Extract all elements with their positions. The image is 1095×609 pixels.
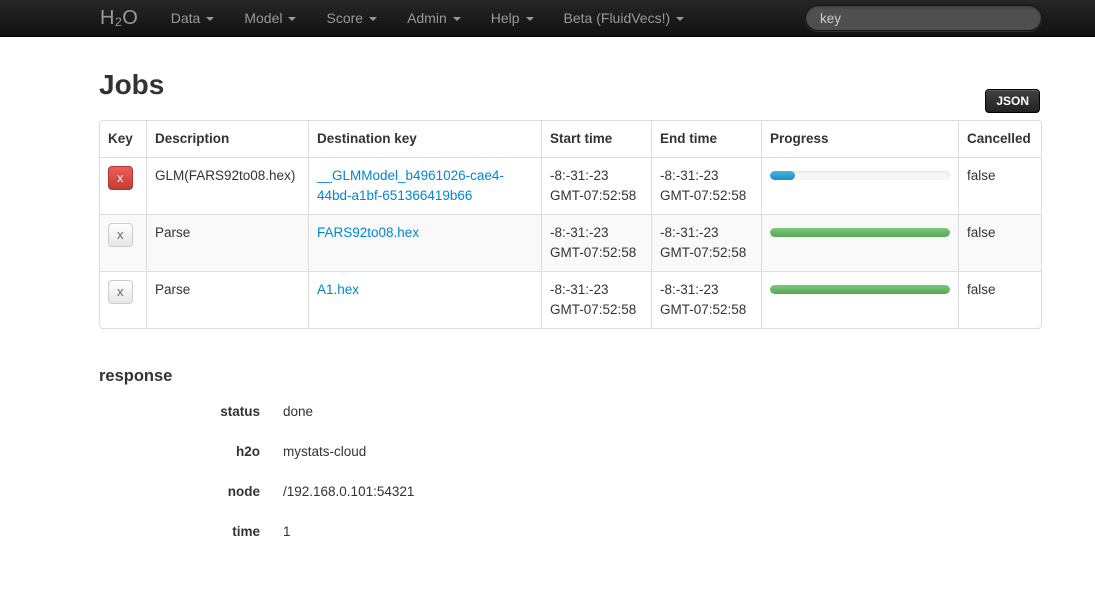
key-search-input[interactable]: [805, 5, 1042, 31]
response-field-value: done: [283, 402, 1040, 422]
chevron-down-icon: [206, 17, 214, 21]
top-navbar: H₂O Data Model Score Admin Help Beta (Fl…: [0, 0, 1095, 37]
job-end-time: -8:-31:-23 GMT-07:52:58: [651, 271, 761, 328]
column-header-progress: Progress: [761, 121, 958, 157]
chevron-down-icon: [526, 17, 534, 21]
job-cancelled-value: false: [958, 271, 1041, 328]
job-start-time: -8:-31:-23 GMT-07:52:58: [541, 214, 651, 271]
table-row: x GLM(FARS92to08.hex) __GLMModel_b496102…: [100, 157, 1041, 214]
destination-key-link[interactable]: A1.hex: [317, 282, 359, 297]
response-field-label: h2o: [99, 442, 260, 462]
job-end-time: -8:-31:-23 GMT-07:52:58: [651, 214, 761, 271]
response-field-value: /192.168.0.101:54321: [283, 482, 1040, 502]
nav-item-admin[interactable]: Admin: [392, 0, 476, 37]
response-heading: response: [99, 366, 1040, 386]
navbar-menu: Data Model Score Admin Help Beta (FluidV…: [156, 0, 699, 37]
response-field-value: 1: [283, 522, 1040, 542]
progress-bar: [770, 285, 950, 294]
progress-bar-fill: [770, 171, 795, 180]
column-header-destination-key: Destination key: [308, 121, 541, 157]
json-button[interactable]: JSON: [985, 89, 1040, 113]
job-cancelled-value: false: [958, 157, 1041, 214]
response-fields: status done h2o mystats-cloud node /192.…: [99, 402, 1040, 542]
nav-item-label: Score: [326, 9, 363, 28]
nav-item-label: Admin: [407, 9, 447, 28]
nav-item-label: Model: [244, 9, 282, 28]
job-start-time: -8:-31:-23 GMT-07:52:58: [541, 271, 651, 328]
column-header-cancelled: Cancelled: [958, 121, 1041, 157]
main-content: JSON Jobs Key Description Destination ke…: [99, 67, 1040, 542]
jobs-table-header-row: Key Description Destination key Start ti…: [100, 121, 1041, 157]
page-title: Jobs: [99, 67, 1040, 102]
h2o-logo[interactable]: H₂O: [100, 0, 138, 37]
cancel-job-button[interactable]: x: [108, 223, 133, 247]
job-cancelled-value: false: [958, 214, 1041, 271]
job-start-time: -8:-31:-23 GMT-07:52:58: [541, 157, 651, 214]
response-field-label: status: [99, 402, 260, 422]
nav-item-help[interactable]: Help: [476, 0, 549, 37]
progress-bar: [770, 171, 950, 180]
table-row: x Parse A1.hex -8:-31:-23 GMT-07:52:58 -…: [100, 271, 1041, 328]
nav-item-model[interactable]: Model: [229, 0, 311, 37]
response-field-value: mystats-cloud: [283, 442, 1040, 462]
table-row: x Parse FARS92to08.hex -8:-31:-23 GMT-07…: [100, 214, 1041, 271]
chevron-down-icon: [369, 17, 377, 21]
nav-item-data[interactable]: Data: [156, 0, 230, 37]
jobs-table: Key Description Destination key Start ti…: [99, 120, 1042, 329]
cancel-job-button[interactable]: x: [108, 166, 133, 190]
progress-bar-fill: [770, 228, 950, 237]
progress-bar-fill: [770, 285, 950, 294]
job-end-time: -8:-31:-23 GMT-07:52:58: [651, 157, 761, 214]
response-field-label: time: [99, 522, 260, 542]
destination-key-link[interactable]: __GLMModel_b4961026-cae4-44bd-a1bf-65136…: [317, 168, 504, 203]
nav-item-beta-fluidvecs[interactable]: Beta (FluidVecs!): [549, 0, 700, 37]
nav-item-score[interactable]: Score: [311, 0, 392, 37]
chevron-down-icon: [288, 17, 296, 21]
nav-item-label: Beta (FluidVecs!): [564, 9, 671, 28]
chevron-down-icon: [453, 17, 461, 21]
nav-item-label: Help: [491, 9, 520, 28]
column-header-description: Description: [146, 121, 308, 157]
destination-key-link[interactable]: FARS92to08.hex: [317, 225, 419, 240]
chevron-down-icon: [676, 17, 684, 21]
progress-bar: [770, 228, 950, 237]
nav-item-label: Data: [171, 9, 201, 28]
column-header-end-time: End time: [651, 121, 761, 157]
column-header-start-time: Start time: [541, 121, 651, 157]
job-description: GLM(FARS92to08.hex): [146, 157, 308, 214]
response-field-label: node: [99, 482, 260, 502]
cancel-job-button[interactable]: x: [108, 280, 133, 304]
job-description: Parse: [146, 271, 308, 328]
column-header-key: Key: [100, 121, 146, 157]
job-description: Parse: [146, 214, 308, 271]
